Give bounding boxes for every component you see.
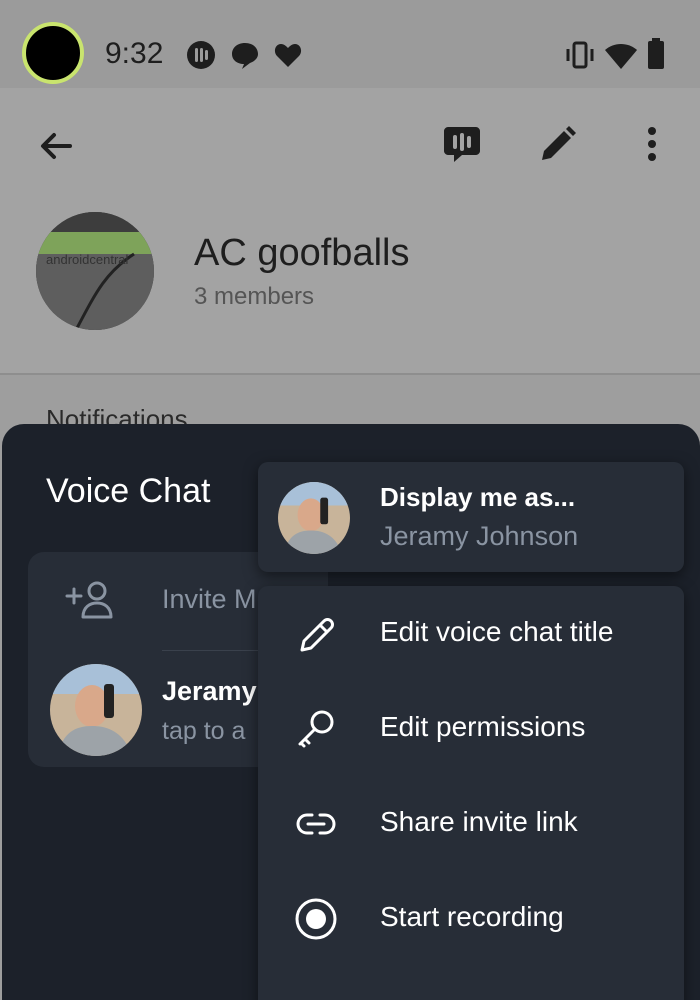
key-icon	[298, 710, 334, 748]
vibrate-icon	[566, 41, 594, 69]
voice-chat-title: Voice Chat	[46, 472, 211, 510]
menu-item-label: Start recording	[380, 901, 564, 932]
display-as-name: Jeramy Johnson	[380, 521, 579, 551]
chat-notification-icon	[232, 43, 258, 69]
link-icon	[296, 813, 336, 835]
menu-item-edit-permissions[interactable]: Edit permissions	[258, 681, 684, 776]
participant-status: tap to a	[162, 717, 246, 745]
app-bar	[0, 88, 700, 200]
back-arrow-icon[interactable]	[36, 126, 76, 166]
display-as-avatar	[278, 482, 350, 554]
group-avatar-image	[36, 212, 154, 330]
battery-icon	[648, 38, 664, 69]
menu-item-label: Share invite link	[380, 806, 578, 837]
pencil-icon	[300, 618, 334, 652]
group-avatar-logo-text: androidcentral	[46, 252, 129, 267]
menu-item-label: Edit voice chat title	[380, 616, 614, 647]
add-member-icon[interactable]	[64, 580, 116, 620]
voice-chat-icon[interactable]	[442, 124, 482, 164]
group-name: AC goofballs	[194, 232, 410, 274]
participant-name[interactable]: Jeramy	[162, 676, 257, 707]
more-options-icon[interactable]	[640, 124, 664, 164]
menu-item-share-invite-link[interactable]: Share invite link	[258, 776, 684, 871]
participant-photo	[50, 664, 142, 756]
display-as-label: Display me as...	[380, 482, 576, 512]
podcast-notification-icon	[187, 41, 215, 69]
participant-avatar[interactable]	[50, 664, 142, 756]
status-time: 9:32	[105, 37, 164, 70]
camera-cutout	[22, 22, 84, 84]
group-member-count: 3 members	[194, 283, 315, 310]
record-icon	[295, 898, 337, 940]
heart-notification-icon	[274, 44, 302, 67]
invite-members-label[interactable]: Invite M	[162, 584, 257, 615]
display-as-photo	[278, 482, 350, 554]
group-avatar[interactable]: androidcentral	[36, 212, 154, 330]
wifi-icon	[605, 44, 637, 69]
menu-item-label: Edit permissions	[380, 711, 586, 742]
menu-item-start-recording[interactable]: Start recording	[258, 871, 684, 966]
edit-pencil-icon[interactable]	[538, 124, 578, 164]
menu-item-edit-title[interactable]: Edit voice chat title	[258, 586, 684, 681]
